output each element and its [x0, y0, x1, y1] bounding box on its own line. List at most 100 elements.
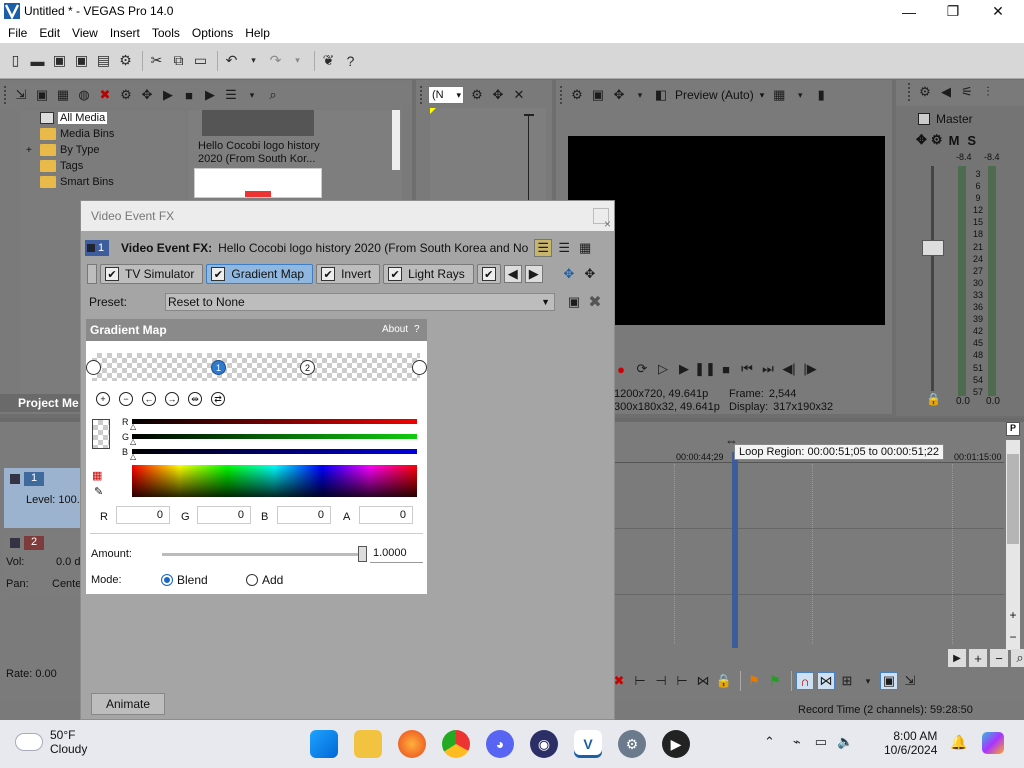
panel-grip[interactable] — [908, 83, 912, 101]
windows-start-icon[interactable] — [310, 730, 338, 758]
redo-icon[interactable]: ↷ — [266, 51, 285, 70]
menu-help[interactable]: Help — [239, 23, 276, 43]
master-fx-icon[interactable]: ✥ — [916, 132, 927, 148]
remove-stop-icon[interactable]: − — [119, 392, 133, 406]
paste-icon[interactable]: ▭ — [191, 51, 210, 70]
gradient-stop-1[interactable]: 1 — [211, 360, 226, 375]
auto-crossfade-icon[interactable]: ⋈ — [817, 672, 835, 690]
amount-slider-handle[interactable] — [358, 546, 367, 562]
clock[interactable]: 8:00 AM 10/6/2024 — [884, 729, 937, 757]
amount-input[interactable]: 1.0000 — [370, 545, 423, 563]
expand-icon[interactable]: + — [26, 145, 36, 156]
radio-unselected-icon[interactable] — [246, 574, 258, 586]
color-spectrum[interactable] — [132, 465, 417, 497]
search-icon[interactable]: ⌕ — [264, 86, 282, 104]
zoom-out-icon[interactable]: − — [1006, 630, 1020, 644]
trim-start-icon[interactable]: ⊣ — [652, 672, 670, 690]
copy-icon[interactable]: ⧉ — [169, 51, 188, 70]
mute-button[interactable]: M — [949, 133, 960, 148]
grid-view-icon[interactable]: ▦ — [576, 239, 594, 257]
event-pan-crop-icon[interactable]: ▣ — [880, 672, 898, 690]
copilot-icon[interactable] — [982, 732, 1004, 754]
tab-project-media[interactable]: Project Me — [0, 394, 80, 412]
chrome-icon[interactable] — [442, 730, 470, 758]
cut-icon[interactable]: ✂ — [147, 51, 166, 70]
close-window-button[interactable]: ✕ — [975, 0, 1021, 23]
mixer-properties-icon[interactable]: ⚙ — [916, 83, 934, 101]
play-icon[interactable]: ▶ — [159, 86, 177, 104]
import-media-icon[interactable]: ⇲ — [12, 86, 30, 104]
gradient-stop-start[interactable] — [86, 360, 101, 375]
display-icon[interactable]: ▭ — [815, 734, 827, 750]
blue-slider[interactable] — [132, 449, 417, 454]
grid-dropdown-icon[interactable]: ▾ — [791, 86, 809, 104]
loop-playback-icon[interactable]: ⟳ — [633, 360, 651, 378]
media-scrollbar[interactable] — [392, 110, 400, 170]
render-icon[interactable]: ▤ — [94, 51, 113, 70]
preset-dropdown[interactable]: Reset to None ▼ — [165, 293, 555, 311]
move-stop-right-icon[interactable]: → — [165, 392, 179, 406]
green-handle-icon[interactable]: △ — [130, 437, 136, 446]
fx-chain-tv-simulator[interactable]: ✔ TV Simulator — [100, 264, 204, 284]
panel-grip[interactable] — [4, 86, 8, 104]
file-explorer-icon[interactable] — [354, 730, 382, 758]
help-link[interactable]: ? — [414, 324, 420, 335]
ripple-dropdown-icon[interactable]: ▾ — [859, 672, 877, 690]
b-value-input[interactable]: 0 — [277, 506, 331, 524]
get-media-icon[interactable]: ▦ — [54, 86, 72, 104]
menu-options[interactable]: Options — [186, 23, 239, 43]
fx-chain-light-rays[interactable]: ✔ Light Rays — [383, 264, 474, 284]
color-palette-icon[interactable]: ▦ — [92, 469, 102, 482]
save-as-icon[interactable]: ▣ — [72, 51, 91, 70]
tree-item-by-type[interactable]: + By Type — [20, 142, 185, 158]
trimmer-dropdown[interactable]: (N ▾ — [428, 86, 464, 104]
gradient-stop-2[interactable]: 2 — [300, 360, 315, 375]
radio-selected-icon[interactable] — [161, 574, 173, 586]
h-zoom-out-icon[interactable]: − — [990, 649, 1008, 667]
capture-video-icon[interactable]: ▣ — [33, 86, 51, 104]
settings-icon[interactable]: ⚙ — [618, 730, 646, 758]
chain-scroll-right-icon[interactable]: ▶ — [524, 265, 543, 283]
trimmer-clear-icon[interactable]: ✕ — [510, 86, 528, 104]
fx-chain-gradient-map[interactable]: ✔ Gradient Map — [206, 264, 314, 284]
preview-quality-dropdown[interactable]: Preview (Auto) ▾ — [675, 88, 764, 102]
stop-icon[interactable]: ■ — [717, 360, 735, 378]
split-icon[interactable]: ⋈ — [694, 672, 712, 690]
trimmer-move-icon[interactable]: ✥ — [489, 86, 507, 104]
menu-view[interactable]: View — [66, 23, 104, 43]
preview-properties-icon[interactable]: ⚙ — [568, 86, 586, 104]
scroll-right-icon[interactable]: ▶ — [948, 649, 966, 667]
move-stop-left-icon[interactable]: ← — [142, 392, 156, 406]
selection-tool-icon[interactable]: ⇲ — [901, 672, 919, 690]
zoom-in-icon[interactable]: + — [1006, 608, 1020, 622]
gradient-bar[interactable] — [92, 353, 420, 381]
checkbox-checked-icon[interactable]: ✔ — [105, 267, 119, 281]
h-zoom-in-icon[interactable]: + — [969, 649, 987, 667]
gradient-stop-end[interactable] — [412, 360, 427, 375]
views-icon[interactable]: ☰ — [222, 86, 240, 104]
discord-icon[interactable]: ◕ — [486, 730, 514, 758]
play-icon[interactable]: ▶ — [675, 360, 693, 378]
track-header-audio[interactable]: 2 Vol: 0.0 d Pan: Cente — [4, 534, 82, 596]
snapping-icon[interactable]: ∩ — [796, 672, 814, 690]
network-off-icon[interactable]: ⌁ — [793, 734, 801, 750]
master-gear-icon[interactable]: ⚙ — [931, 132, 943, 148]
dim-output-icon[interactable]: ⚟ — [958, 83, 976, 101]
notification-bell-icon[interactable]: 🔔 — [950, 734, 967, 751]
stop-icon[interactable]: ■ — [180, 86, 198, 104]
eyedropper-icon[interactable]: ✎ — [94, 485, 103, 498]
mode-add-option[interactable]: Add — [246, 573, 283, 587]
menu-tools[interactable]: Tools — [146, 23, 186, 43]
views-dropdown-icon[interactable]: ▾ — [243, 86, 261, 104]
master-fader-handle[interactable] — [922, 240, 944, 256]
go-to-start-icon[interactable]: ⏮ — [738, 360, 756, 378]
remove-plugin-icon[interactable]: ✥ — [581, 265, 599, 283]
go-to-end-icon[interactable]: ⏭ — [759, 360, 777, 378]
menu-edit[interactable]: Edit — [33, 23, 66, 43]
new-file-icon[interactable]: ▯ — [6, 51, 25, 70]
checkbox-checked-icon[interactable]: ✔ — [388, 267, 403, 281]
delete-preset-icon[interactable]: ✖ — [586, 293, 604, 311]
properties-gear-icon[interactable]: ⚙ — [116, 51, 135, 70]
external-monitor-icon[interactable]: ▣ — [589, 86, 607, 104]
lock-icon[interactable]: 🔒 — [926, 392, 941, 406]
